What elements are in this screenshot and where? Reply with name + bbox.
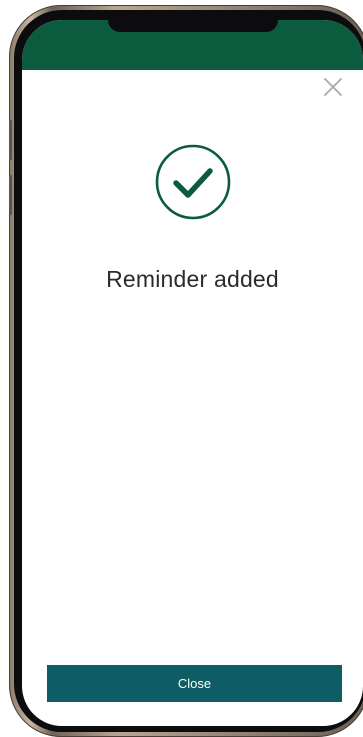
volume-button — [9, 120, 12, 160]
close-button[interactable]: Close — [47, 665, 342, 702]
screen: Reminder added Close — [22, 20, 363, 726]
close-icon[interactable] — [322, 76, 344, 98]
device-notch — [108, 20, 278, 32]
success-message: Reminder added — [106, 266, 279, 292]
volume-button — [9, 175, 12, 215]
check-circle-icon — [155, 144, 231, 220]
device-mockup: Reminder added Close — [0, 0, 363, 737]
